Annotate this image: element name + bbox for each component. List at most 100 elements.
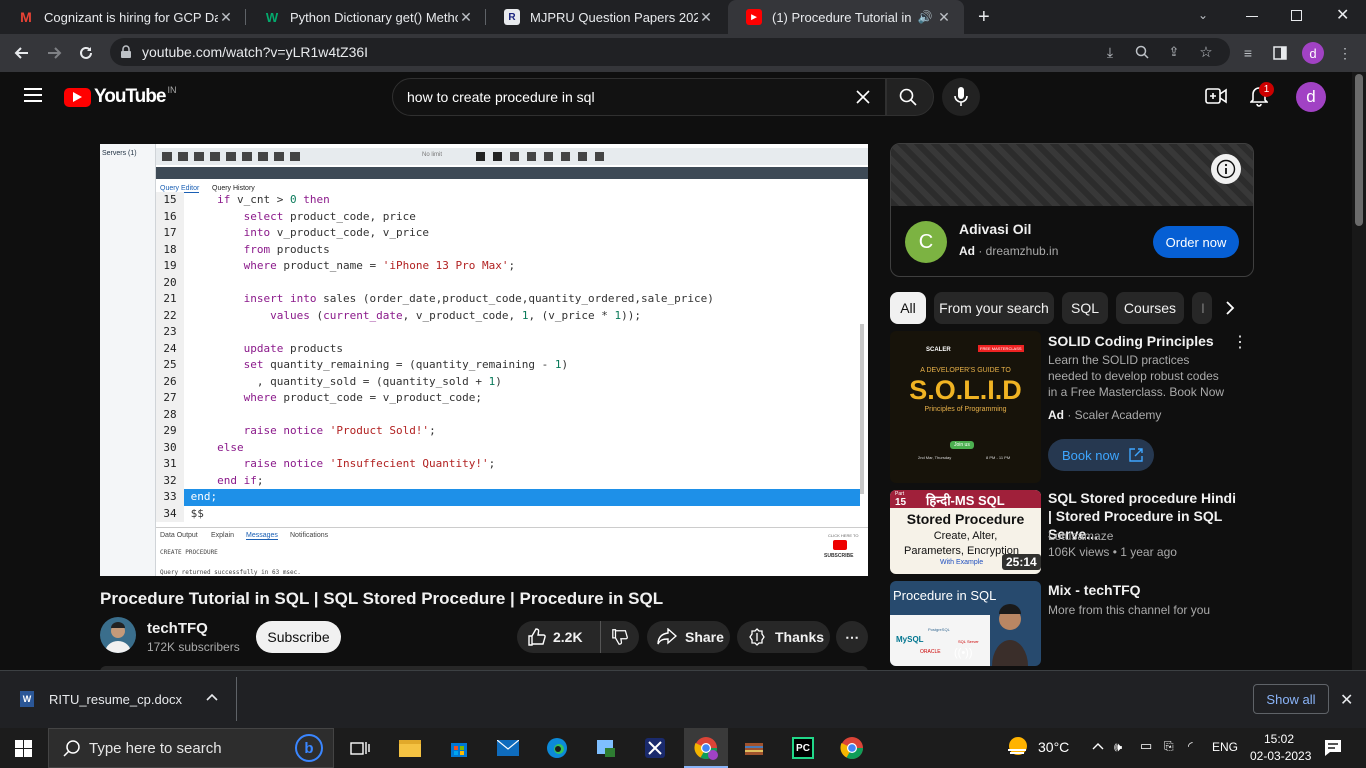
clock-date[interactable]: 02-03-2023 [1250,749,1311,763]
close-download-bar-icon[interactable]: ✕ [1340,690,1353,710]
ad-info-icon[interactable] [1211,154,1241,184]
wifi-icon[interactable]: ◜ [1188,739,1193,753]
chrome-profile-taskbar-active[interactable] [684,728,728,768]
search-input[interactable]: how to create procedure in sql [407,89,595,105]
back-icon[interactable] [12,43,32,63]
thumb-heading: Stored Procedure [906,511,1025,527]
ad-card[interactable]: C Adivasi Oil Ad · dreamzhub.in Order no… [890,143,1254,277]
bing-icon[interactable]: b [295,734,323,762]
task-view-icon[interactable] [346,734,374,762]
pycharm-icon[interactable]: PC [789,734,817,762]
order-now-button[interactable]: Order now [1153,226,1239,258]
speaker-icon[interactable]: 🔊 [914,10,936,24]
hamburger-menu-icon[interactable] [24,88,42,102]
microsoft-store-icon[interactable] [445,734,473,762]
language-indicator[interactable]: ENG [1212,740,1238,754]
subscribe-button[interactable]: Subscribe [256,621,341,653]
winrar-icon[interactable] [740,734,768,762]
mail-icon[interactable] [494,734,522,762]
book-now-button[interactable]: Book now [1048,439,1154,471]
address-bar[interactable]: youtube.com/watch?v=yLR1w4tZ36I ⤓ ⇪ ☆ [110,38,1230,66]
thanks-button[interactable]: Thanks [737,621,830,653]
rec-channel[interactable]: Lotusamaze [1048,528,1228,544]
user-avatar[interactable]: d [1296,82,1326,112]
browser-tab-active[interactable]: ▶ (1) Procedure Tutorial in SQL 🔊 ✕ [728,0,964,34]
like-button[interactable]: 2.2K [517,621,601,653]
line-number: 30 [156,439,184,456]
windows-start-icon[interactable] [15,740,32,757]
chip-from-your-search[interactable]: From your search [934,292,1054,324]
create-video-icon[interactable] [1205,87,1227,105]
download-file-name[interactable]: RITU_resume_cp.docx [49,692,182,707]
chip-sql[interactable]: SQL [1062,292,1108,324]
youtube-logo[interactable]: YouTube IN [64,85,176,108]
channel-avatar[interactable] [100,617,136,653]
chevron-up-icon[interactable] [206,693,218,701]
bookmark-star-icon[interactable]: ☆ [1196,42,1216,62]
zoom-icon[interactable] [1132,42,1152,62]
search-button[interactable] [886,78,934,116]
vpn-app-icon[interactable] [641,734,669,762]
chevron-up-icon[interactable] [1092,742,1104,750]
code-token: raise notice [243,457,324,470]
weather-icon[interactable] [1004,734,1030,760]
clock-time[interactable]: 15:02 [1264,732,1294,746]
chip-all[interactable]: All [890,292,926,324]
app-icon[interactable] [592,734,620,762]
more-actions-button[interactable]: ⋯ [836,621,868,653]
reload-icon[interactable] [76,43,96,63]
show-all-button[interactable]: Show all [1253,684,1329,714]
close-window-icon[interactable]: ✕ [1336,5,1349,25]
page-scrollbar[interactable] [1352,72,1366,670]
rec-title[interactable]: SOLID Coding Principles [1048,332,1238,350]
tab-search-icon[interactable]: ⌄ [1198,8,1208,22]
clear-search-icon[interactable] [855,89,871,105]
chip-courses[interactable]: Courses [1116,292,1184,324]
browser-tab[interactable]: R MJPRU Question Papers 2023: Dc ✕ [486,0,726,34]
rec-thumbnail-stored-procedure[interactable]: Part 15 हिन्दी-MS SQL Stored Procedure C… [890,490,1041,574]
voice-search-button[interactable] [942,78,980,116]
tab-close-icon[interactable]: ✕ [458,9,474,26]
taskbar-search-box[interactable]: Type here to search b [48,728,334,768]
file-explorer-icon[interactable] [396,734,424,762]
tab-close-icon[interactable]: ✕ [936,9,952,26]
rec-title[interactable]: Mix - techTFQ [1048,581,1238,599]
channel-name[interactable]: techTFQ [147,620,208,637]
browser-profile-avatar[interactable]: d [1302,42,1324,64]
forward-icon[interactable] [44,43,64,63]
network-icon[interactable]: ⎘ [1164,739,1174,754]
search-box[interactable]: how to create procedure in sql [392,78,886,116]
media-control-icon[interactable]: ≡ [1238,43,1258,63]
tab-close-icon[interactable]: ✕ [218,9,234,26]
rec-thumbnail-solid[interactable]: SCALER FREE MASTERCLASS A DEVELOPER'S GU… [890,331,1041,483]
dislike-button[interactable] [601,621,639,653]
chips-next-button[interactable] [1214,292,1246,324]
tab-close-icon[interactable]: ✕ [698,9,714,26]
minimize-icon[interactable] [1246,16,1258,17]
restore-icon[interactable] [1291,10,1302,21]
chip-partial[interactable]: I [1192,292,1212,324]
code-token: $$ [190,506,204,520]
scrollbar-thumb[interactable] [1355,74,1363,226]
notification-center-icon[interactable] [1324,739,1342,757]
new-tab-button[interactable]: + [978,6,990,29]
output-line: Query returned successfully in 63 msec. [160,569,301,576]
share-page-icon[interactable]: ⇪ [1164,42,1184,62]
battery-icon[interactable]: ▭ [1140,738,1152,754]
rec-menu-icon[interactable]: ⋮ [1232,332,1248,352]
chrome-icon[interactable] [838,734,866,762]
install-icon[interactable]: ⤓ [1100,42,1120,62]
rec-thumbnail-mix[interactable]: Procedure in SQL MySQL PostgreSQL SQL Se… [890,581,1041,666]
browser-tab[interactable]: M Cognizant is hiring for GCP Data ✕ [0,0,246,34]
share-button[interactable]: Share [647,621,730,653]
code-line: 23 [156,324,860,341]
side-panel-icon[interactable] [1270,43,1290,63]
video-player[interactable]: Servers (1) No limit Query Editor Query … [100,144,868,576]
lock-icon[interactable] [120,45,132,59]
edge-icon[interactable] [543,734,571,762]
browser-tab[interactable]: W Python Dictionary get() Method ✕ [246,0,486,34]
temperature[interactable]: 30°C [1038,739,1069,755]
browser-menu-icon[interactable]: ⋮ [1335,43,1355,63]
volume-icon[interactable]: 🕪 [1114,739,1122,755]
